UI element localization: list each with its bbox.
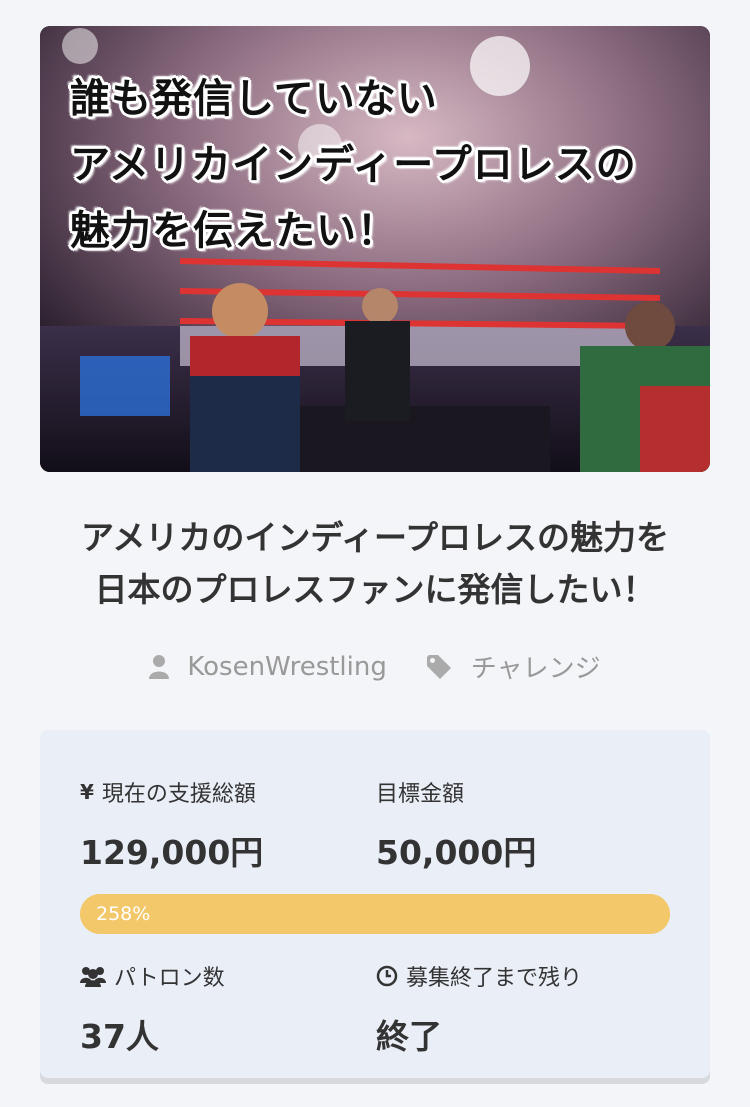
author-name: KosenWrestling: [187, 651, 387, 682]
project-hero-image[interactable]: 誰も発信していない アメリカインディープロレスの 魅力を伝えたい！: [40, 26, 710, 472]
users-icon: [80, 967, 106, 987]
progress-fill: [80, 894, 670, 934]
current-amount-label: ¥ 現在の支援総額: [80, 776, 256, 808]
project-title-line: アメリカのインディープロレスの魅力を: [80, 518, 670, 557]
hero-caption-line: 誰も発信していない: [70, 76, 438, 122]
progress-percent: 258%: [96, 903, 151, 925]
hero-caption-line: 魅力を伝えたい！: [70, 208, 398, 254]
patrons-value: 37人: [80, 1017, 159, 1056]
time-remaining-label-text: 募集終了まで残り: [406, 966, 583, 991]
current-amount-label-text: 現在の支援総額: [101, 782, 256, 807]
project-title-line: 日本のプロレスファンに発信したい！: [94, 570, 656, 609]
yen-icon: ¥: [80, 780, 94, 804]
goal-amount-label: 目標金額: [376, 776, 464, 808]
user-icon: [149, 654, 170, 679]
time-remaining-value: 終了: [376, 1017, 442, 1056]
time-remaining-label: 募集終了まで残り: [376, 960, 582, 992]
author-link[interactable]: KosenWrestling: [149, 648, 387, 685]
hero-caption: 誰も発信していない アメリカインディープロレスの 魅力を伝えたい！: [70, 66, 637, 264]
tag-icon: [426, 654, 451, 679]
clock-icon: [376, 965, 398, 987]
hero-caption-line: アメリカインディープロレスの: [70, 142, 637, 188]
category-name: チャレンジ: [470, 654, 601, 684]
goal-amount-label-text: 目標金額: [376, 782, 465, 807]
patrons-label-text: パトロン数: [114, 966, 225, 991]
goal-amount-value: 50,000円: [376, 833, 537, 872]
current-amount-value: 129,000円: [80, 833, 264, 872]
project-meta: KosenWrestling チャレンジ: [0, 648, 750, 685]
funding-stats-card: ¥ 現在の支援総額 129,000円 目標金額 50,000円 258% パトロ…: [40, 730, 710, 1078]
category-link[interactable]: チャレンジ: [426, 648, 601, 685]
project-title: アメリカのインディープロレスの魅力を 日本のプロレスファンに発信したい！: [30, 512, 720, 616]
funding-progress-bar: 258%: [80, 894, 670, 934]
patrons-label: パトロン数: [80, 960, 225, 992]
